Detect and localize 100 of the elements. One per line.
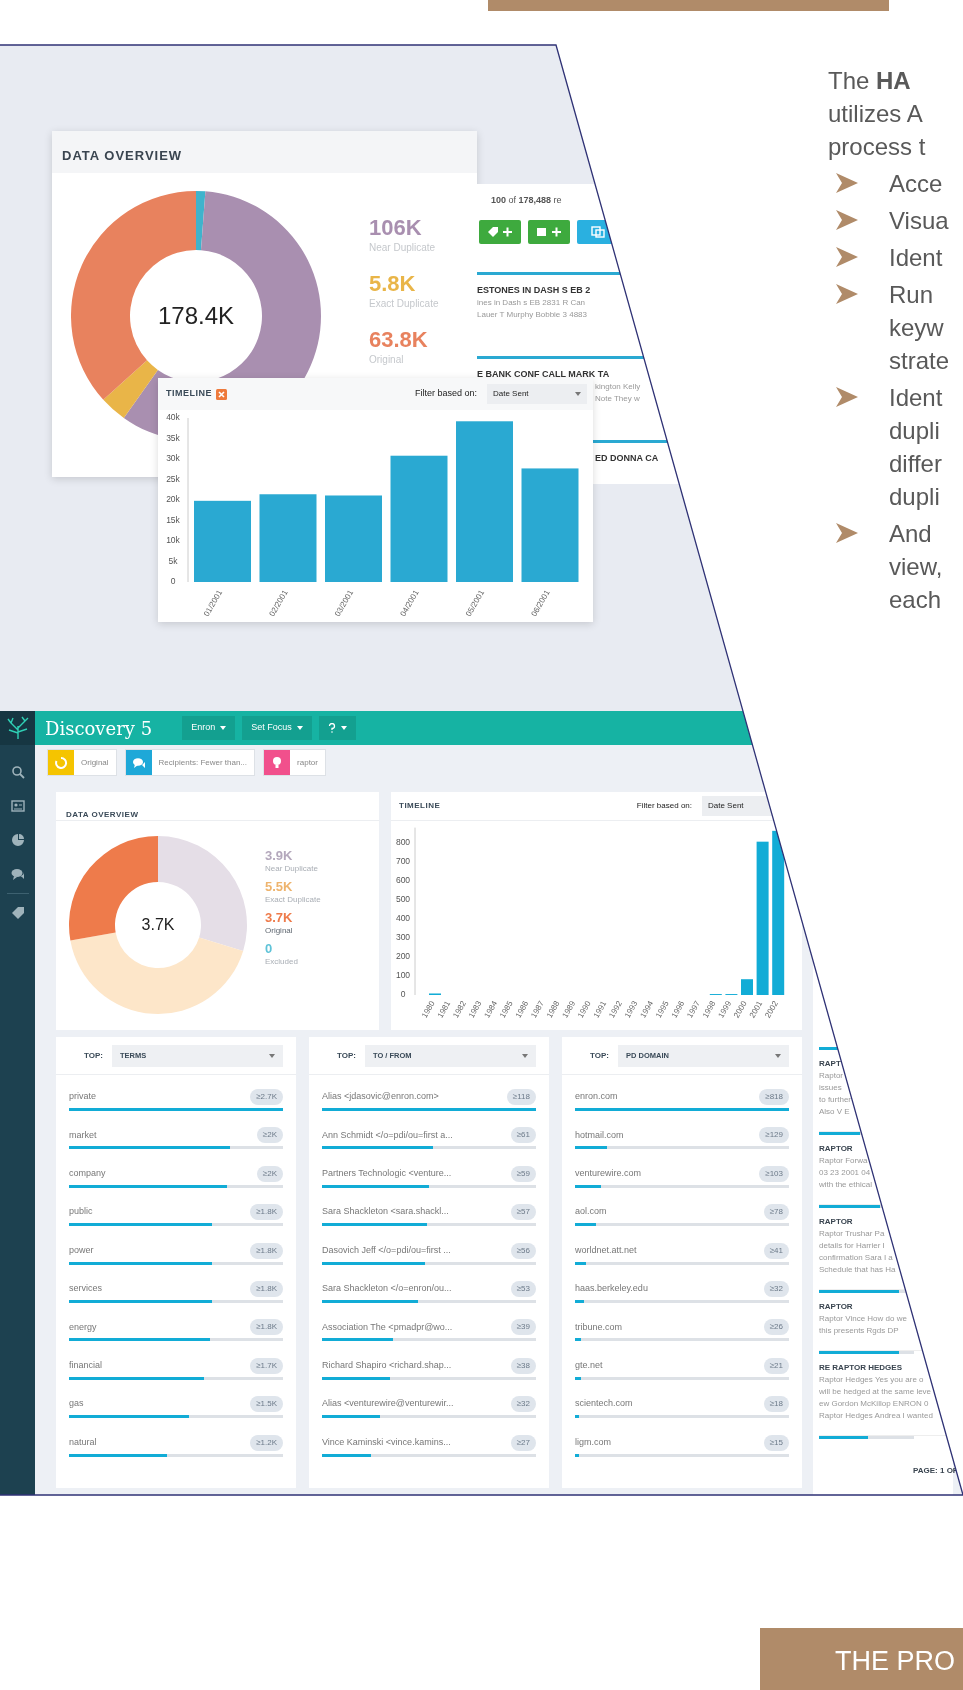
list-item-label[interactable]: Sara Shackleton </o=enron/ou...: [322, 1282, 452, 1296]
count-pill: ≥26: [763, 1319, 789, 1336]
total-count: 3.7K: [141, 915, 175, 935]
axis-label: 300: [395, 931, 411, 942]
result-snippet: Note They w: [595, 393, 640, 405]
count-pill: ≥41: [763, 1242, 789, 1259]
tag-plus-icon: [487, 225, 513, 238]
bullet-text: Ident: [889, 243, 943, 273]
caret-icon: [521, 1053, 528, 1058]
list-item-label[interactable]: worldnet.att.net: [575, 1243, 637, 1258]
list-item-label[interactable]: financial: [69, 1359, 103, 1373]
stat-value: 3.9K: [265, 848, 294, 864]
list-item-label[interactable]: Partners Technologic <venture...: [322, 1167, 452, 1181]
caret-icon: [340, 726, 347, 730]
result-snippet: details for Harrier I: [819, 1240, 886, 1252]
filter-dropdown[interactable]: Date Sent: [487, 384, 587, 404]
card-title: DATA OVERVIEW: [62, 148, 183, 163]
list-item-label[interactable]: hotmail.com: [575, 1128, 624, 1143]
result-title[interactable]: RAPT: [819, 1058, 953, 1070]
filter-chip[interactable]: Original: [47, 749, 117, 776]
list-item-label[interactable]: services: [69, 1282, 102, 1296]
list-item-label[interactable]: private: [69, 1090, 96, 1104]
stat-value: 0: [265, 941, 274, 957]
stat-label: Exact Duplicate: [369, 297, 439, 310]
result-snippet: Raptor Vince How do we: [819, 1313, 908, 1325]
list-item-label[interactable]: venturewire.com: [575, 1167, 642, 1181]
arrowhead-icon: [836, 173, 858, 193]
search-icon: [10, 765, 25, 779]
list-item-label[interactable]: scientech.com: [575, 1397, 633, 1411]
menu-button[interactable]: Set Focus: [242, 716, 312, 740]
count-pill: ≥15: [763, 1434, 789, 1451]
result-title[interactable]: RE RAPTOR HEDGES: [819, 1362, 953, 1374]
card-title: TIMELINE: [399, 800, 441, 812]
stat-label: Original: [265, 926, 294, 936]
list-item-label[interactable]: natural: [69, 1435, 97, 1450]
axis-label: 40k: [166, 412, 180, 422]
list-label: TOP:: [590, 1049, 609, 1062]
list-item-label[interactable]: power: [69, 1243, 94, 1258]
list-item-label[interactable]: gas: [69, 1397, 84, 1411]
bullet-text: Run keyw strate: [889, 280, 950, 376]
result-snippet: Raptor Hedges Andrea I wanted: [819, 1410, 934, 1422]
stat-label: Near Duplicate: [369, 241, 437, 254]
list-item-label[interactable]: Alias <venturewire@venturewir...: [322, 1397, 454, 1411]
filter-chip[interactable]: raptor: [263, 749, 326, 776]
list-item-label[interactable]: gte.net: [575, 1359, 603, 1373]
help-menu-button[interactable]: [318, 716, 356, 740]
result-count: 100 of 178,488 re: [491, 194, 563, 207]
count-pill: ≥1.8K: [250, 1242, 283, 1259]
count-pill: ≥32: [763, 1280, 789, 1297]
box-plus-icon: [536, 225, 562, 238]
menu-button[interactable]: Enron: [182, 716, 236, 740]
intro-text: The HA utilizes A process t: [828, 66, 927, 162]
tree-logo-icon: [5, 716, 30, 740]
count-pill: ≥21: [763, 1357, 789, 1374]
chat-icon: [10, 867, 25, 881]
result-title[interactable]: RAPTOR: [819, 1216, 953, 1228]
stat-label: Excluded: [265, 957, 299, 967]
tag-icon: [10, 906, 25, 920]
caret-icon: [220, 726, 227, 730]
add-button[interactable]: [528, 219, 570, 244]
result-title[interactable]: RAPTOR: [819, 1301, 953, 1313]
bullet-text: Visua: [889, 206, 949, 236]
filter-label: Filter based on:: [636, 800, 692, 812]
axis-label: 0: [400, 989, 406, 999]
list-item-label[interactable]: ligm.com: [575, 1435, 611, 1450]
list-item-label[interactable]: company: [69, 1167, 106, 1181]
axis-label: 200: [395, 950, 411, 961]
list-item-label[interactable]: Dasovich Jeff </o=pdi/ou=first ...: [322, 1243, 451, 1258]
count-pill: ≥27: [510, 1434, 536, 1451]
list-item-label[interactable]: haas.berkeley.edu: [575, 1282, 648, 1296]
stat-label: Exact Duplicate: [265, 895, 321, 905]
result-snippet: Raptor Hedges Yes you are o: [819, 1374, 925, 1386]
list-item-label[interactable]: Richard Shapiro <richard.shap...: [322, 1359, 452, 1373]
list-item-label[interactable]: Vince Kaminski <vince.kamins...: [322, 1435, 451, 1450]
list-item-label[interactable]: public: [69, 1205, 93, 1219]
result-snippet: Raptor Trushar Pa: [819, 1228, 886, 1240]
count-pill: ≥1.8K: [250, 1204, 283, 1221]
count-pill: ≥1.8K: [250, 1280, 283, 1297]
id-card-icon: [10, 799, 25, 813]
count-pill: ≥1.5K: [250, 1396, 283, 1413]
list-item-label[interactable]: tribune.com: [575, 1320, 623, 1335]
count-pill: ≥2K: [256, 1127, 283, 1144]
count-pill: ≥56: [510, 1242, 536, 1259]
list-item-label[interactable]: enron.com: [575, 1090, 618, 1104]
list-item-label[interactable]: energy: [69, 1320, 97, 1335]
list-item-label[interactable]: Sara Shackleton <sara.shackl...: [322, 1205, 449, 1219]
result-title[interactable]: RAPTOR: [819, 1143, 953, 1155]
list-item-label[interactable]: Ann Schmidt </o=pdi/ou=first a...: [322, 1128, 453, 1143]
list-item-label[interactable]: aol.com: [575, 1205, 607, 1219]
stat-value: 106K: [369, 215, 423, 241]
result-snippet: kington Kelly: [595, 381, 641, 393]
list-item-label[interactable]: Association The <pmadpr@wo...: [322, 1320, 453, 1335]
axis-label: 10k: [166, 535, 180, 545]
add-button[interactable]: [479, 219, 521, 244]
list-item-label[interactable]: market: [69, 1128, 97, 1143]
result-snippet: Lauer T Murphy Bobbie 3 4883: [477, 309, 587, 321]
axis-label: 25k: [166, 473, 180, 484]
chat-icon: [131, 755, 146, 770]
filter-chip[interactable]: Recipients: Fewer than...: [124, 749, 256, 776]
list-item-label[interactable]: Alias <jdasovic@enron.com>: [322, 1090, 439, 1104]
